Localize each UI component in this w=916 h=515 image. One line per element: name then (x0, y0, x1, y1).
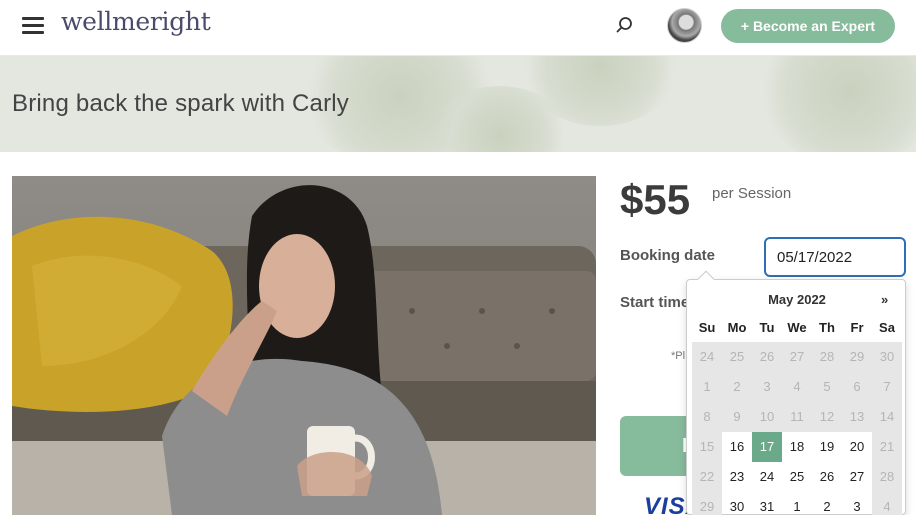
calendar-day: 25 (722, 342, 752, 372)
session-price: $55 (620, 176, 691, 223)
calendar-day: 28 (872, 462, 902, 492)
calendar-day: 21 (872, 432, 902, 462)
calendar-day[interactable]: 24 (752, 462, 782, 492)
calendar-day: 7 (872, 372, 902, 402)
datepicker-week-row: 1234567 (692, 372, 902, 402)
calendar-day[interactable]: 2 (812, 492, 842, 515)
datepicker-week-row: 29 30 31 1 2 3 4 (692, 492, 902, 515)
weekday-label: Su (698, 320, 716, 335)
calendar-day[interactable]: 31 (752, 492, 782, 515)
booking-date-input[interactable] (764, 237, 906, 277)
user-avatar[interactable] (667, 8, 702, 43)
datepicker-grid: Su Mo Tu We Th Fr Sa 24 25 26 27 28 29 30 1 2 3 4 5 6 7 8 9 10 1… (692, 314, 902, 515)
calendar-day: 12 (812, 402, 842, 432)
weekday-label: We (787, 320, 807, 335)
menu-icon[interactable] (22, 17, 44, 35)
calendar-day[interactable]: 18 (782, 432, 812, 462)
booking-date-label: Booking date (620, 247, 716, 264)
calendar-day: 8 (692, 402, 722, 432)
site-header: wellmeright + Become an Expert (0, 0, 916, 56)
weekday-label: Mo (727, 320, 747, 335)
datepicker-week-row: 15 16 17 18 19 20 21 (692, 432, 902, 462)
calendar-day[interactable]: 23 (722, 462, 752, 492)
calendar-day: 29 (842, 342, 872, 372)
calendar-day[interactable]: 16 (722, 432, 752, 462)
start-time-label: Start time (620, 294, 690, 311)
calendar-day[interactable]: 19 (812, 432, 842, 462)
calendar-day[interactable]: 26 (812, 462, 842, 492)
calendar-day: 1 (692, 372, 722, 402)
datepicker-caret (697, 270, 715, 288)
calendar-day: 30 (872, 342, 902, 372)
weekday-label: Sa (879, 320, 895, 335)
datepicker-week-row: 24 25 26 27 28 29 30 (692, 342, 902, 372)
calendar-day: 6 (842, 372, 872, 402)
calendar-day: 11 (782, 402, 812, 432)
calendar-day: 22 (692, 462, 722, 492)
calendar-day[interactable]: 1 (782, 492, 812, 515)
calendar-day: 9 (722, 402, 752, 432)
calendar-day: 3 (752, 372, 782, 402)
calendar-day: 26 (752, 342, 782, 372)
expert-photo (12, 176, 596, 515)
calendar-day: 29 (692, 492, 722, 515)
calendar-day[interactable]: 3 (842, 492, 872, 515)
calendar-day[interactable]: 25 (782, 462, 812, 492)
calendar-day: 2 (722, 372, 752, 402)
datepicker-month: May 2022 (768, 292, 826, 307)
calendar-day: 4 (782, 372, 812, 402)
become-expert-button[interactable]: + Become an Expert (721, 9, 895, 43)
calendar-day: 5 (812, 372, 842, 402)
weekday-label: Th (819, 320, 835, 335)
calendar-day: 28 (812, 342, 842, 372)
price-unit: per Session (712, 185, 792, 202)
calendar-day: 24 (692, 342, 722, 372)
site-logo[interactable]: wellmeright (61, 7, 211, 36)
datepicker-weekdays: Su Mo Tu We Th Fr Sa (692, 314, 902, 342)
calendar-day: 10 (752, 402, 782, 432)
weekday-label: Tu (759, 320, 775, 335)
datepicker-week-row: 22 23 24 25 26 27 28 (692, 462, 902, 492)
selected-day[interactable]: 17 (752, 432, 782, 462)
calendar-day: 27 (782, 342, 812, 372)
calendar-day[interactable]: 30 (722, 492, 752, 515)
next-month-button[interactable]: » (881, 292, 888, 307)
datepicker-week-row: 8 9 10 11 12 13 14 (692, 402, 902, 432)
calendar-day: 4 (872, 492, 902, 515)
calendar-day: 14 (872, 402, 902, 432)
calendar-day: 13 (842, 402, 872, 432)
calendar-day[interactable]: 27 (842, 462, 872, 492)
booking-note: *Pl (671, 350, 686, 362)
hero-banner: Bring back the spark with Carly (0, 56, 916, 152)
weekday-label: Fr (850, 320, 864, 335)
page-title: Bring back the spark with Carly (12, 90, 349, 117)
calendar-day[interactable]: 20 (842, 432, 872, 462)
datepicker-popup: May 2022 » Su Mo Tu We Th Fr Sa 24 25 26 27 28 29 30 1… (686, 270, 906, 515)
search-icon[interactable] (612, 13, 636, 37)
calendar-day: 15 (692, 432, 722, 462)
